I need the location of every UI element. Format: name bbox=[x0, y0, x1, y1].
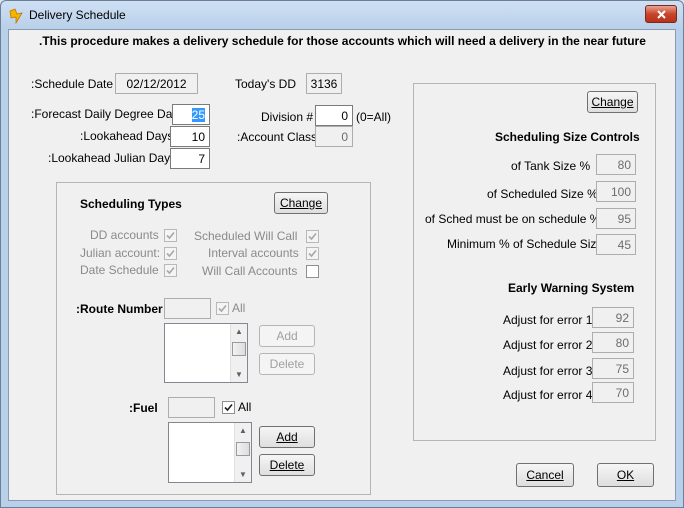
lookahead-days-input[interactable]: 10 bbox=[170, 126, 210, 147]
route-scrollbar[interactable]: ▲ ▼ bbox=[230, 324, 247, 382]
fuel-add-button[interactable]: Add bbox=[259, 426, 315, 448]
will-call-accounts-label: Will Call Accounts bbox=[202, 264, 298, 278]
scroll-up-icon[interactable]: ▲ bbox=[239, 426, 247, 435]
early-warning-title: Early Warning System bbox=[508, 281, 635, 295]
error4-field: 70 bbox=[592, 382, 634, 403]
close-button[interactable] bbox=[645, 5, 677, 23]
types-change-button[interactable]: Change bbox=[274, 192, 328, 214]
lookahead-julian-input[interactable]: 7 bbox=[170, 148, 210, 169]
title-bar[interactable]: Delivery Schedule bbox=[1, 1, 683, 29]
lightning-icon bbox=[8, 8, 24, 25]
fuel-input[interactable] bbox=[168, 397, 215, 418]
scheduling-types-title: Scheduling Types bbox=[80, 197, 182, 211]
fuel-all-checkbox[interactable] bbox=[222, 401, 235, 414]
size-change-button[interactable]: Change bbox=[587, 91, 638, 113]
min-schedule-field: 45 bbox=[596, 234, 636, 255]
on-schedule-label: of Sched must be on schedule % bbox=[425, 212, 601, 226]
interval-accounts-checkbox[interactable] bbox=[306, 247, 319, 260]
fuel-listbox[interactable]: ▲ ▼ bbox=[168, 422, 252, 483]
schedule-date-label: :Schedule Date bbox=[31, 77, 114, 91]
scroll-down-icon[interactable]: ▼ bbox=[235, 370, 243, 379]
cancel-button[interactable]: Cancel bbox=[516, 463, 574, 487]
error4-label: Adjust for error 4 bbox=[503, 388, 593, 402]
on-schedule-field: 95 bbox=[596, 208, 636, 229]
route-delete-button[interactable]: Delete bbox=[259, 353, 315, 375]
intro-text: This procedure makes a delivery schedule… bbox=[39, 34, 646, 48]
fuel-delete-button[interactable]: Delete bbox=[259, 454, 315, 476]
forecast-dd-input[interactable]: 25 bbox=[172, 104, 210, 125]
route-listbox[interactable]: ▲ ▼ bbox=[164, 323, 248, 383]
fuel-scrollbar[interactable]: ▲ ▼ bbox=[234, 423, 251, 482]
ok-button[interactable]: OK bbox=[597, 463, 654, 487]
todays-dd-field: 3136 bbox=[306, 73, 342, 94]
dialog-body: This procedure makes a delivery schedule… bbox=[8, 29, 676, 501]
account-class-field: 0 bbox=[315, 126, 353, 147]
fuel-all-label: All bbox=[238, 400, 252, 414]
min-schedule-label: Minimum % of Schedule Size bbox=[447, 237, 604, 251]
todays-dd-label: Today's DD bbox=[235, 77, 296, 91]
scroll-thumb[interactable] bbox=[236, 442, 250, 456]
lookahead-julian-label: :Lookahead Julian Days bbox=[48, 151, 177, 165]
dd-accounts-label: DD accounts bbox=[90, 228, 159, 242]
scroll-thumb[interactable] bbox=[232, 342, 246, 356]
sched-size-label: of Scheduled Size % bbox=[487, 187, 598, 201]
scheduled-will-call-checkbox[interactable] bbox=[306, 230, 319, 243]
scheduling-types-group: Scheduling Types Change DD accounts Juli… bbox=[56, 182, 371, 495]
size-controls-group: Change Scheduling Size Controls of Tank … bbox=[413, 83, 656, 441]
window-title: Delivery Schedule bbox=[29, 8, 126, 22]
dd-accounts-checkbox[interactable] bbox=[164, 229, 177, 242]
date-schedule-checkbox[interactable] bbox=[164, 264, 177, 277]
error1-field: 92 bbox=[592, 307, 634, 328]
route-number-input[interactable] bbox=[164, 298, 211, 319]
division-label: Division # bbox=[261, 110, 314, 124]
tank-size-field: 80 bbox=[596, 154, 636, 175]
error3-label: Adjust for error 3 bbox=[503, 364, 593, 378]
route-all-checkbox[interactable] bbox=[216, 302, 229, 315]
division-input[interactable]: 0 bbox=[315, 105, 353, 126]
date-schedule-label: Date Schedule bbox=[80, 263, 159, 277]
scroll-up-icon[interactable]: ▲ bbox=[235, 327, 243, 336]
close-icon bbox=[657, 10, 666, 19]
julian-accounts-checkbox[interactable] bbox=[164, 247, 177, 260]
route-all-label: All bbox=[232, 301, 246, 315]
delivery-schedule-window: Delivery Schedule This procedure makes a… bbox=[0, 0, 684, 508]
tank-size-label: of Tank Size % bbox=[511, 159, 591, 173]
schedule-date-field: 02/12/2012 bbox=[115, 73, 198, 94]
route-add-button[interactable]: Add bbox=[259, 325, 315, 347]
division-hint: (0=All) bbox=[356, 110, 392, 124]
fuel-label: :Fuel bbox=[129, 401, 158, 415]
size-controls-title: Scheduling Size Controls bbox=[495, 130, 640, 144]
julian-accounts-label: Julian account: bbox=[80, 246, 161, 260]
error2-field: 80 bbox=[592, 332, 634, 353]
will-call-accounts-checkbox[interactable] bbox=[306, 265, 319, 278]
scheduled-will-call-label: Scheduled Will Call bbox=[194, 229, 298, 243]
lookahead-days-label: :Lookahead Days bbox=[80, 129, 174, 143]
error1-label: Adjust for error 1 bbox=[503, 313, 593, 327]
sched-size-field: 100 bbox=[596, 181, 636, 202]
interval-accounts-label: Interval accounts bbox=[208, 246, 299, 260]
error2-label: Adjust for error 2 bbox=[503, 338, 593, 352]
forecast-dd-label: :Forecast Daily Degree Days bbox=[31, 107, 185, 121]
account-class-label: :Account Class bbox=[237, 130, 318, 144]
scroll-down-icon[interactable]: ▼ bbox=[239, 470, 247, 479]
error3-field: 75 bbox=[592, 358, 634, 379]
route-number-label: :Route Number bbox=[76, 302, 163, 316]
